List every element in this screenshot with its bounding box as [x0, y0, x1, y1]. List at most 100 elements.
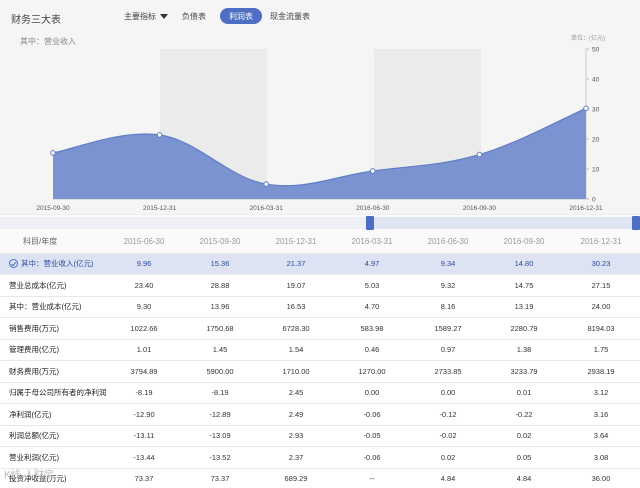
- range-slider[interactable]: [0, 214, 640, 230]
- row-label-text: 利润总额(亿元): [9, 431, 59, 441]
- y-tick-label: 40: [592, 77, 600, 84]
- main-indicator-dropdown[interactable]: 主要指标: [124, 8, 168, 24]
- data-point[interactable]: [583, 105, 589, 112]
- table-cell: 9.96: [106, 253, 182, 275]
- table-cell: 5.03: [334, 274, 410, 297]
- table-cell: 8194.03: [562, 317, 640, 340]
- table-row[interactable]: 归属于母公司所有者的净利润 -8.19 -8.19 2.45 0.00 0.00 0.01 3…: [0, 382, 640, 404]
- table-cell: 9.34: [410, 253, 486, 275]
- table-cell: 3233.79: [486, 360, 562, 383]
- table-cell: 13.19: [486, 296, 562, 318]
- table-cell: 13.96: [182, 296, 258, 318]
- tab-cash-flow[interactable]: 现金流量表: [270, 8, 310, 24]
- tab-income-statement[interactable]: 利润表: [220, 8, 262, 24]
- table-cell: 28.88: [182, 274, 258, 297]
- table-cell: 1270.00: [334, 360, 410, 383]
- check-circle-icon[interactable]: [9, 259, 18, 269]
- row-label-text: 净利润(亿元): [9, 409, 52, 419]
- table-cell: 4.70: [334, 296, 410, 318]
- table-cell: 0.02: [410, 446, 486, 469]
- table-cell: 73.37: [182, 468, 258, 488]
- y-tick-label: 30: [592, 107, 600, 114]
- chart-area: 2015-09-30 2015-12-31 2016-03-31 2016-06-30…: [0, 32, 640, 214]
- table-cell: -0.12: [410, 403, 486, 426]
- caret-down-icon: [160, 13, 168, 19]
- series-label: 其中：营业收入: [20, 36, 76, 46]
- financial-table: 科目/年度 2015-06-30 2015-09-30 2015-12-31 2016…: [0, 230, 640, 488]
- table-cell: 15.36: [182, 253, 258, 275]
- page-title: 财务三大表: [11, 15, 61, 26]
- slider-left-handle[interactable]: [366, 216, 374, 230]
- unit-label: 单位：(亿元): [571, 34, 605, 42]
- watermark: K线·人财宝...: [4, 470, 63, 481]
- slider-selected-range[interactable]: [370, 217, 634, 229]
- table-cell: 4.84: [410, 468, 486, 488]
- data-point[interactable]: [370, 168, 376, 174]
- column-header: 2015-12-31: [258, 230, 334, 254]
- row-label: 管理费用(亿元): [0, 339, 106, 361]
- row-label: 其中：营业成本(亿元): [0, 296, 106, 318]
- table-cell: -12.90: [106, 403, 182, 426]
- column-header: 2016-06-30: [410, 230, 486, 254]
- table-cell: -0.06: [334, 403, 410, 426]
- table-row[interactable]: 利润总额(亿元) -13.11 -13.09 2.93 -0.05 -0.02 0.02 3.…: [0, 425, 640, 447]
- table-cell: 1.54: [258, 339, 334, 361]
- row-label-text: 营业利润(亿元): [9, 452, 59, 462]
- table-cell: 4.84: [486, 468, 562, 488]
- table-cell: 1.45: [182, 339, 258, 361]
- table-cell: -13.11: [106, 425, 182, 447]
- table-row[interactable]: 投资净收益(万元) 73.37 73.37 689.29 -- 4.84 4.84 36.00: [0, 468, 640, 488]
- table-cell: 36.00: [562, 468, 640, 488]
- table-cell: 9.32: [410, 274, 486, 297]
- tab-balance-sheet[interactable]: 负债表: [182, 8, 206, 24]
- table-row[interactable]: 净利润(亿元) -12.90 -12.89 2.49 -0.06 -0.12 -0.22 3.…: [0, 403, 640, 426]
- row-label: 销售费用(万元): [0, 317, 106, 340]
- table-cell: -13.52: [182, 446, 258, 469]
- table-cell: 1589.27: [410, 317, 486, 340]
- header-label: 科目/年度: [0, 230, 106, 254]
- table-cell: 1710.00: [258, 360, 334, 383]
- x-tick-label: 2016-06-30: [356, 205, 390, 212]
- data-point[interactable]: [50, 150, 56, 156]
- data-point[interactable]: [156, 132, 163, 138]
- x-tick-label: 2015-12-31: [143, 205, 177, 212]
- table-row[interactable]: 其中：营业收入(亿元) 9.96 15.36 21.37 4.97 9.34 14.80 30…: [0, 253, 640, 275]
- table-cell: 2.49: [258, 403, 334, 426]
- table-cell: -13.44: [106, 446, 182, 469]
- row-label-text: 管理费用(亿元): [9, 345, 59, 355]
- table-cell: -8.19: [106, 382, 182, 404]
- y-tick-label: 0: [592, 197, 596, 204]
- x-tick-label: 2016-09-30: [463, 205, 497, 212]
- x-tick-label: 2016-12-31: [569, 205, 603, 212]
- table-cell: -0.22: [486, 403, 562, 426]
- financial-table-container: 科目/年度 2015-06-30 2015-09-30 2015-12-31 2016…: [0, 230, 640, 488]
- table-cell: 23.40: [106, 274, 182, 297]
- row-label-text: 销售费用(万元): [9, 323, 59, 333]
- table-cell: 9.30: [106, 296, 182, 318]
- row-label: 归属于母公司所有者的净利润: [0, 382, 106, 404]
- main-indicator-label: 主要指标: [124, 11, 156, 21]
- data-point[interactable]: [476, 151, 483, 158]
- table-row[interactable]: 其中：营业成本(亿元) 9.30 13.96 16.53 4.70 8.16 13.19 24…: [0, 296, 640, 318]
- table-cell: 0.05: [486, 446, 562, 469]
- data-point[interactable]: [263, 181, 270, 187]
- slider-right-handle[interactable]: [632, 216, 640, 230]
- table-header-row: 科目/年度 2015-06-30 2015-09-30 2015-12-31 2016…: [0, 230, 640, 254]
- table-row[interactable]: 财务费用(万元) 3794.89 5900.00 1710.00 1270.00 2733…: [0, 360, 640, 383]
- table-cell: 2.37: [258, 446, 334, 469]
- table-row[interactable]: 销售费用(万元) 1022.66 1750.68 6728.30 583.98 1589.…: [0, 317, 640, 340]
- table-cell: 3.16: [562, 403, 640, 426]
- table-row[interactable]: 管理费用(亿元) 1.01 1.45 1.54 0.46 0.97 1.38 1.75: [0, 339, 640, 361]
- table-row[interactable]: 营业利润(亿元) -13.44 -13.52 2.37 -0.06 0.02 0.05 3.0…: [0, 446, 640, 469]
- row-label: 财务费用(万元): [0, 360, 106, 383]
- table-cell: 24.00: [562, 296, 640, 318]
- table-cell: -0.06: [334, 446, 410, 469]
- table-cell: 1.38: [486, 339, 562, 361]
- table-cell: 2280.79: [486, 317, 562, 340]
- table-row[interactable]: 营业总成本(亿元) 23.40 28.88 19.07 5.03 9.32 14.75 27.…: [0, 274, 640, 297]
- table-cell: 3.12: [562, 382, 640, 404]
- table-cell: 0.01: [486, 382, 562, 404]
- table-cell: 2938.19: [562, 360, 640, 383]
- row-label: 营业总成本(亿元): [0, 274, 106, 297]
- table-cell: --: [334, 468, 410, 488]
